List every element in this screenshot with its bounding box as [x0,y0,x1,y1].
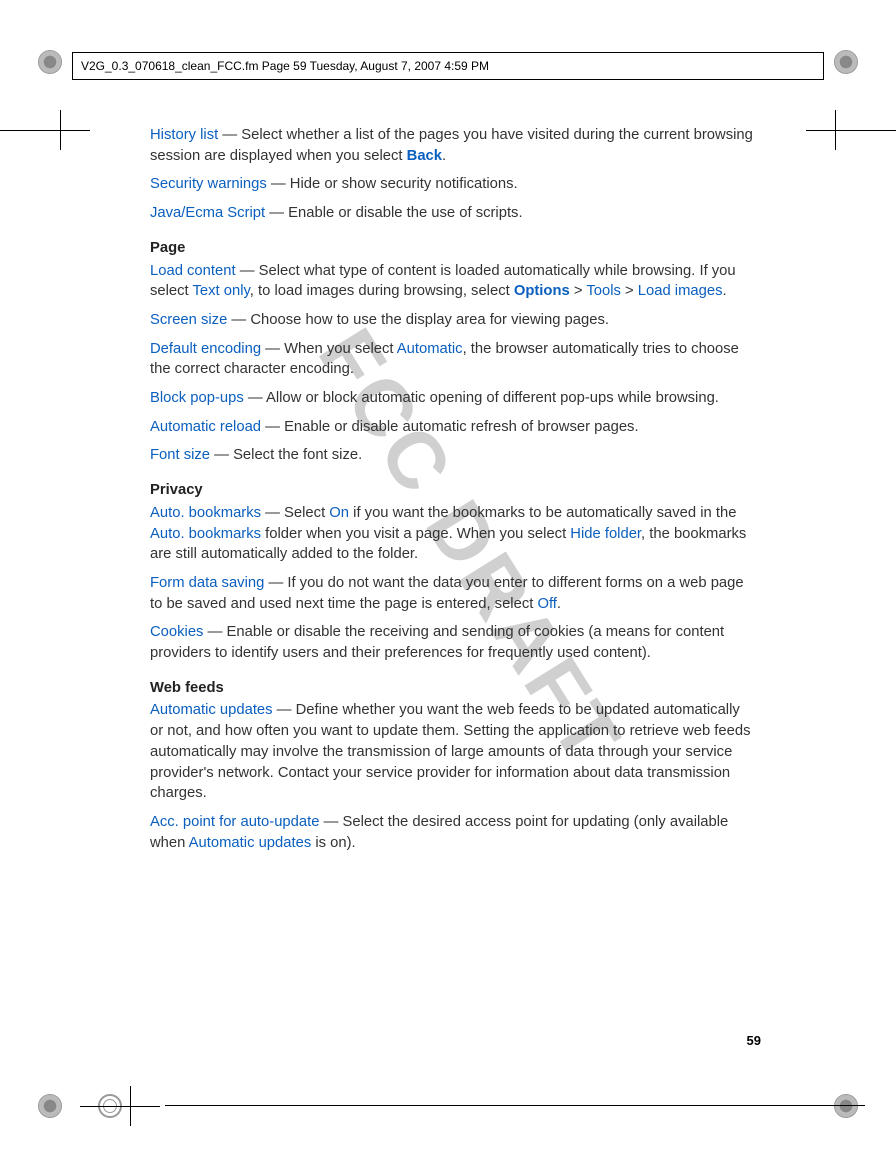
tail: . [557,596,561,612]
tail: is on). [311,835,355,851]
para-form-data: Form data saving — If you do not want th… [150,573,755,614]
term: Form data saving [150,575,264,591]
crop-mark-bl [38,1094,62,1118]
term: Security warnings [150,176,267,192]
bottom-crop-line [165,1105,865,1106]
term: Screen size [150,312,227,328]
term: Default encoding [150,341,261,357]
para-load-content: Load content — Select what type of conte… [150,261,755,302]
term: Automatic updates [150,702,273,718]
body: — Enable or disable the receiving and se… [150,624,724,661]
opt: Options [514,283,570,299]
ref: Off [537,596,556,612]
para-java-ecma: Java/Ecma Script — Enable or disable the… [150,203,755,224]
registration-bottom [80,1086,170,1126]
heading-privacy: Privacy [150,480,755,501]
crop-mark-br [834,1094,858,1118]
tail: . [723,283,727,299]
ref: Automatic updates [189,835,312,851]
gt2: > [621,283,638,299]
para-cookies: Cookies — Enable or disable the receivin… [150,622,755,663]
term: Automatic reload [150,419,261,435]
ref1: Text only [193,283,250,299]
registration-right [806,110,896,150]
page-number: 59 [747,1033,761,1048]
ref3: Load images [638,283,723,299]
para-auto-bookmarks: Auto. bookmarks — Select On if you want … [150,503,755,565]
term: Acc. point for auto-update [150,814,319,830]
ref2: Tools [586,283,621,299]
gt1: > [570,283,587,299]
term: Font size [150,447,210,463]
body: — Select the font size. [210,447,362,463]
term: Cookies [150,624,203,640]
term: Auto. bookmarks [150,505,261,521]
para-acc-point: Acc. point for auto-update — Select the … [150,812,755,853]
body: — Select whether a list of the pages you… [150,127,753,164]
term: Load content [150,263,236,279]
mid1: if you want the bookmarks to be automati… [349,505,736,521]
body: — Enable or disable automatic refresh of… [261,419,639,435]
pre: — When you select [261,341,397,357]
para-block-popups: Block pop-ups — Allow or block automatic… [150,388,755,409]
mid: , to load images during browsing, select [250,283,514,299]
ref: Back [407,148,442,164]
ref3: Hide folder [570,526,641,542]
crop-mark-tl [38,50,62,74]
para-security-warnings: Security warnings — Hide or show securit… [150,174,755,195]
para-font-size: Font size — Select the font size. [150,445,755,466]
pre: — Select [261,505,329,521]
document-header: V2G_0.3_070618_clean_FCC.fm Page 59 Tues… [72,52,824,80]
body: — Hide or show security notifications. [267,176,518,192]
ref2: Auto. bookmarks [150,526,261,542]
para-auto-reload: Automatic reload — Enable or disable aut… [150,417,755,438]
para-default-encoding: Default encoding — When you select Autom… [150,339,755,380]
body: — Enable or disable the use of scripts. [265,205,522,221]
body: — Allow or block automatic opening of di… [244,390,719,406]
mid2: folder when you visit a page. When you s… [261,526,570,542]
body: — Choose how to use the display area for… [227,312,609,328]
header-text: V2G_0.3_070618_clean_FCC.fm Page 59 Tues… [81,59,489,73]
heading-page: Page [150,238,755,259]
crop-mark-bl2 [98,1094,122,1118]
para-auto-updates: Automatic updates — Define whether you w… [150,700,755,804]
term: History list [150,127,218,143]
term: Java/Ecma Script [150,205,265,221]
term: Block pop-ups [150,390,244,406]
heading-web-feeds: Web feeds [150,678,755,699]
tail: . [442,148,446,164]
registration-left [0,110,90,150]
crop-mark-tr [834,50,858,74]
para-history-list: History list — Select whether a list of … [150,125,755,166]
para-screen-size: Screen size — Choose how to use the disp… [150,310,755,331]
page-content: History list — Select whether a list of … [150,125,755,861]
ref: Automatic [397,341,463,357]
ref1: On [329,505,349,521]
